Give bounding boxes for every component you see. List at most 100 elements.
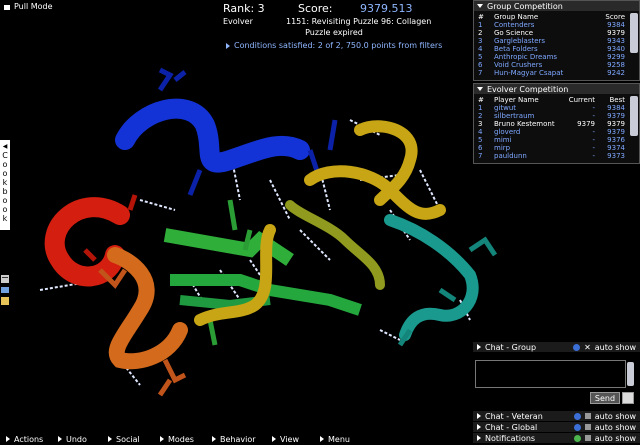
auto-show-checkbox[interactable] [584, 435, 591, 441]
group-rank: 7 [478, 69, 483, 77]
menu-arrow-icon [212, 436, 216, 442]
menu-actions[interactable]: Actions [0, 433, 52, 445]
chat-input[interactable] [475, 360, 626, 388]
player-rank: 5 [478, 136, 483, 144]
group-row[interactable]: 5 Anthropic Dreams 9299 [478, 53, 625, 61]
evolver-competition-panel: Evolver Competition # Player Name Curren… [473, 83, 640, 164]
group-name[interactable]: Hun-Magyar Csapat [494, 69, 591, 77]
puzzle-status: Puzzle expired [305, 28, 363, 37]
group-name[interactable]: Gargleblasters [494, 37, 591, 45]
chat-scrollbar[interactable] [627, 362, 634, 386]
menu-label: View [280, 434, 299, 444]
player-current: - [592, 136, 595, 144]
menu-view[interactable]: View [266, 433, 314, 445]
chat-group-bar[interactable]: Chat - Group ✕ auto show [473, 342, 640, 352]
group-scrollbar[interactable] [630, 13, 638, 53]
expand-arrow-icon [477, 413, 481, 419]
notifications-bar[interactable]: Notifications auto show [473, 433, 640, 443]
group-name[interactable]: Contenders [494, 21, 591, 29]
player-name[interactable]: Bruno Kestemont [494, 120, 565, 128]
folder-icon[interactable] [1, 286, 9, 294]
recipe-icon[interactable] [1, 275, 9, 283]
group-table: # Group Name Score 1 Contenders 9384 2 Go Sc… [474, 11, 639, 77]
player-current: 9379 [577, 120, 595, 128]
player-row[interactable]: 6 mirp - 9374 [478, 144, 625, 152]
player-name[interactable]: gitwut [494, 104, 565, 112]
notifications-label: Notifications [485, 433, 536, 443]
menu-undo[interactable]: Undo [52, 433, 102, 445]
group-row[interactable]: 7 Hun-Magyar Csapat 9242 [478, 69, 625, 77]
pull-mode-indicator[interactable]: Pull Mode [3, 2, 53, 11]
player-row[interactable]: 2 silbertraum - 9379 [478, 112, 625, 120]
info-icon[interactable] [573, 423, 581, 431]
chat-global-label: Chat - Global [485, 422, 538, 432]
menu-arrow-icon [58, 436, 62, 442]
info-icon[interactable] [573, 343, 581, 351]
script-icon[interactable] [1, 297, 9, 305]
group-score: 9343 [607, 37, 625, 45]
player-row[interactable]: 3 Bruno Kestemont 9379 9379 [478, 120, 625, 128]
notification-status-icon[interactable] [573, 434, 581, 442]
puzzle-title: 1151: Revisiting Puzzle 96: Collagen [286, 17, 432, 26]
player-name[interactable]: mirp [494, 144, 565, 152]
player-best: 9374 [607, 144, 625, 152]
group-row[interactable]: 2 Go Science 9379 [478, 29, 625, 37]
auto-show-checkbox[interactable] [584, 424, 591, 430]
auto-show-checkbox[interactable] [584, 413, 591, 419]
player-row[interactable]: 1 gitwut - 9384 [478, 104, 625, 112]
group-row[interactable]: 4 Beta Folders 9340 [478, 45, 625, 53]
player-name[interactable]: pauldunn [494, 152, 565, 160]
menu-social[interactable]: Social [102, 433, 154, 445]
info-icon[interactable] [573, 412, 581, 420]
menu-modes[interactable]: Modes [154, 433, 206, 445]
send-button[interactable]: Send [590, 392, 620, 404]
evolver-competition-header[interactable]: Evolver Competition [474, 84, 639, 94]
chat-veteran-label: Chat - Veteran [485, 411, 543, 421]
teal-chain-tube [384, 214, 479, 341]
group-name[interactable]: Beta Folders [494, 45, 591, 53]
auto-show-label: auto show [594, 342, 636, 352]
evolver-scrollbar[interactable] [630, 96, 638, 136]
menu-arrow-icon [272, 436, 276, 442]
table-header: # Group Name Score [478, 13, 625, 21]
group-row[interactable]: 6 Void Crushers 9258 [478, 61, 625, 69]
score-value: 9379.513 [360, 2, 413, 15]
group-rank: 4 [478, 45, 483, 53]
pull-mode-label: Pull Mode [14, 2, 53, 11]
cookbook-tab[interactable]: ◀ Cookbook [0, 140, 10, 230]
expand-arrow-icon [477, 435, 481, 441]
name-col-header: Group Name [494, 13, 539, 21]
group-competition-header[interactable]: Group Competition [474, 1, 639, 11]
player-current: - [592, 128, 595, 136]
clock-icon[interactable] [622, 392, 634, 404]
player-row[interactable]: 7 pauldunn - 9373 [478, 152, 625, 160]
group-row[interactable]: 1 Contenders 9384 [478, 21, 625, 29]
chat-global-bar[interactable]: Chat - Global auto show [473, 422, 640, 432]
group-rank: 2 [478, 29, 483, 37]
player-name[interactable]: gloverd [494, 128, 565, 136]
menu-behavior[interactable]: Behavior [206, 433, 266, 445]
player-rank: 3 [478, 120, 483, 128]
player-best: 9373 [607, 152, 625, 160]
group-name[interactable]: Anthropic Dreams [494, 53, 591, 61]
group-name[interactable]: Void Crushers [494, 61, 591, 69]
rank-label: Rank: 3 [223, 2, 265, 15]
close-x-icon[interactable]: ✕ [584, 343, 591, 352]
group-competition-title: Group Competition [487, 1, 563, 11]
player-row[interactable]: 5 mimi - 9376 [478, 136, 625, 144]
auto-show-label: auto show [594, 433, 636, 443]
green-sidechains [207, 199, 253, 346]
collapse-arrow-icon [477, 4, 483, 8]
role-label: Evolver [223, 17, 253, 26]
player-name[interactable]: silbertraum [494, 112, 565, 120]
player-rank: 6 [478, 144, 483, 152]
player-current: - [592, 104, 595, 112]
player-name[interactable]: mimi [494, 136, 565, 144]
group-name[interactable]: Go Science [494, 29, 591, 37]
chat-veteran-bar[interactable]: Chat - Veteran auto show [473, 411, 640, 421]
menu-arrow-icon [160, 436, 164, 442]
menu-menu[interactable]: Menu [314, 433, 366, 445]
conditions-toggle[interactable]: Conditions satisfied: 2 of 2, 750.0 poin… [226, 41, 442, 50]
group-row[interactable]: 3 Gargleblasters 9343 [478, 37, 625, 45]
player-row[interactable]: 4 gloverd - 9379 [478, 128, 625, 136]
